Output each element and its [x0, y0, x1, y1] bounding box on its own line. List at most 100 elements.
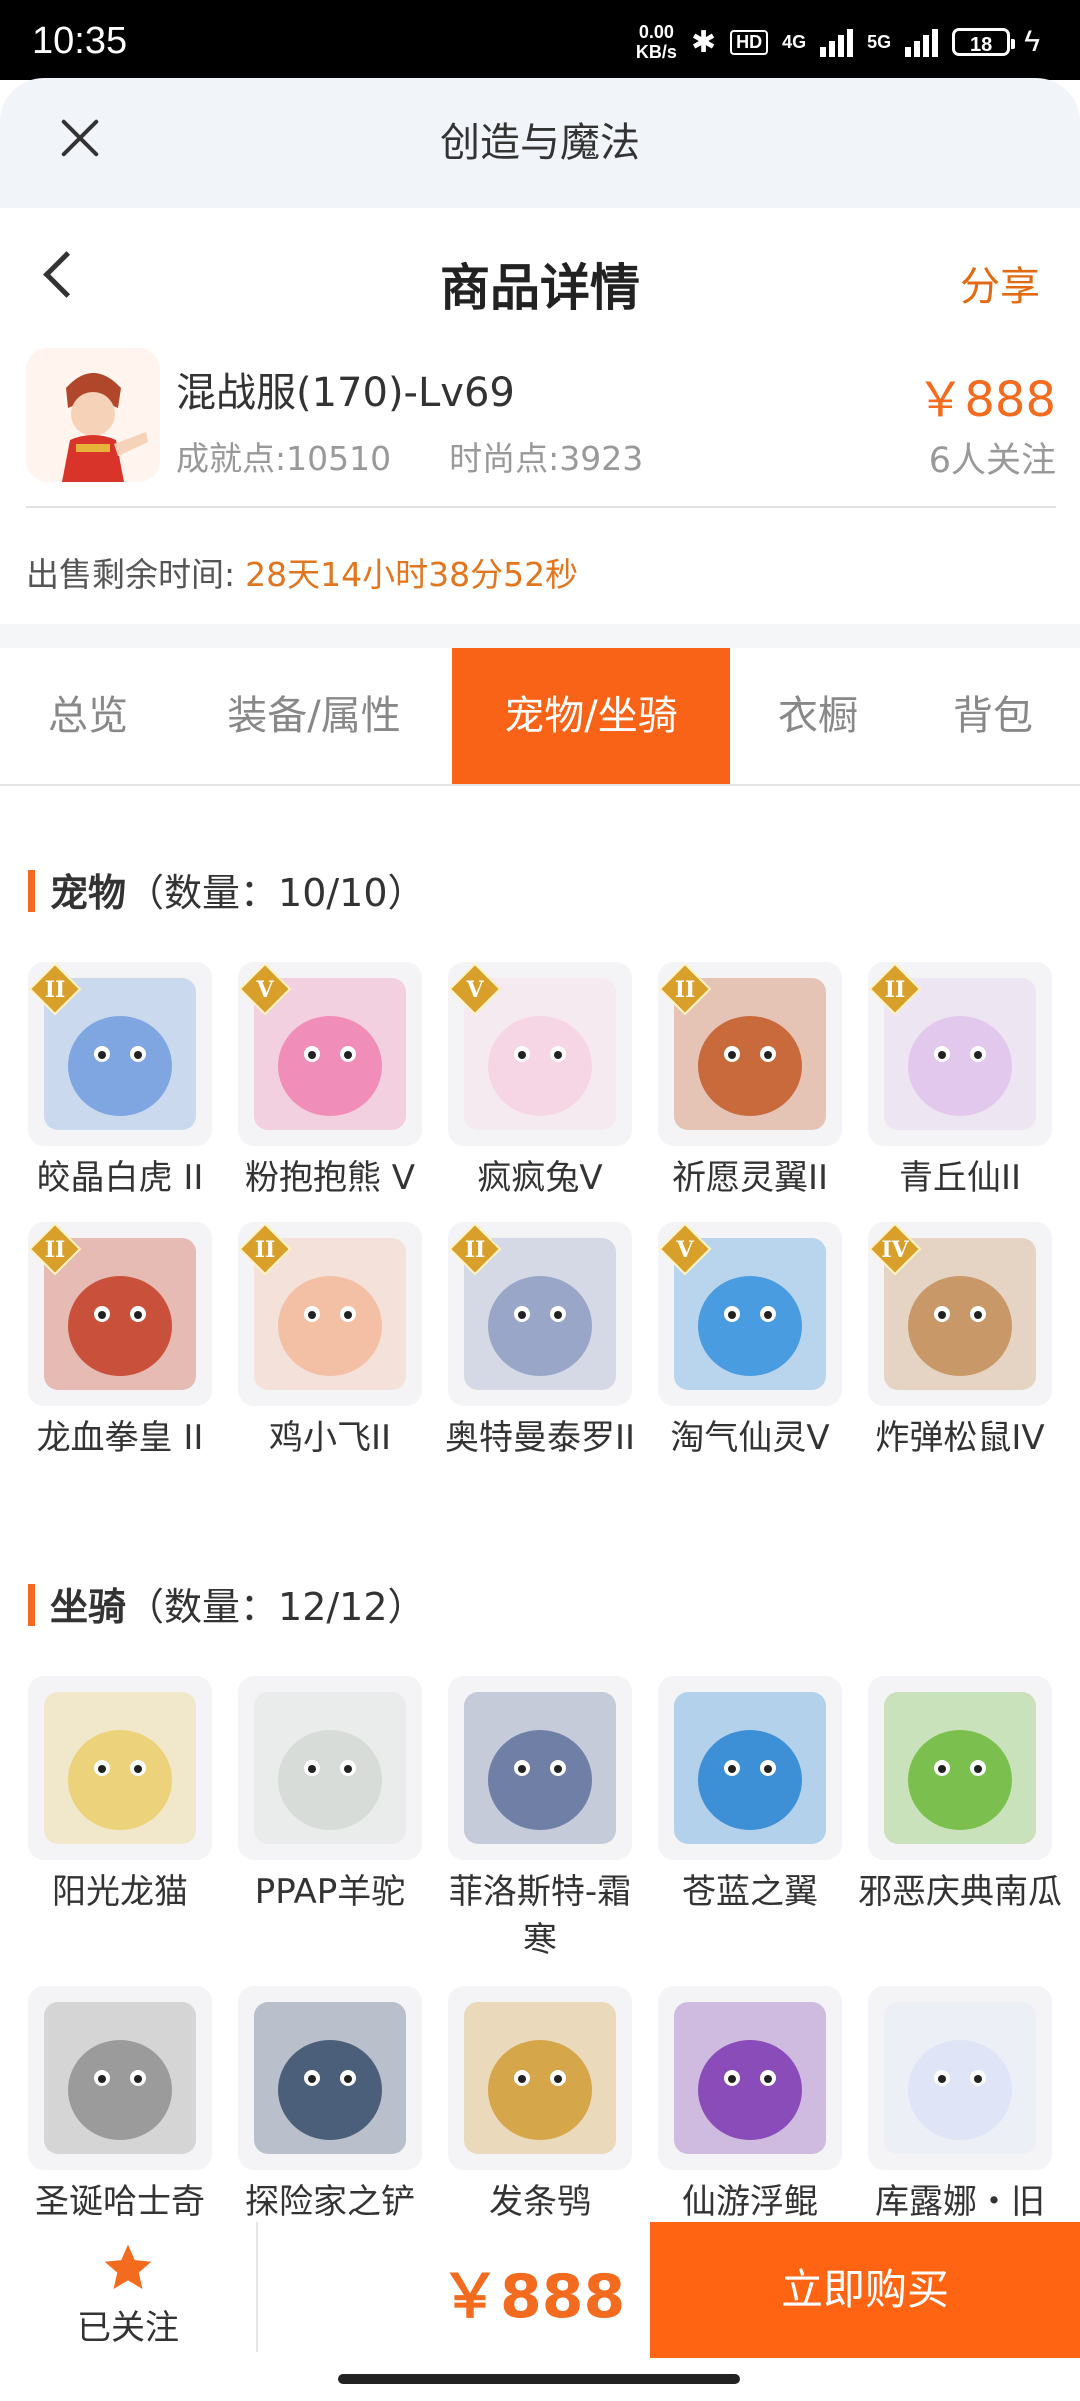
pet-thumbnail: II — [28, 962, 212, 1146]
mount-thumbnail — [868, 1676, 1052, 1860]
net1-label: 4G — [782, 31, 807, 52]
pet-thumbnail: IV — [868, 1222, 1052, 1406]
pet-name: 疯疯兔V — [477, 1158, 603, 1198]
hd-icon: HD — [730, 29, 769, 55]
svg-text:II: II — [45, 1237, 66, 1263]
pet-item[interactable]: II 皎晶白虎 II — [28, 962, 212, 1202]
status-icons: 0.00 KB/s ✱ HD 4G 5G 18 ϟ — [636, 22, 1040, 62]
pet-item[interactable]: V 疯疯兔V — [448, 962, 632, 1202]
pet-item[interactable]: IV 炸弹松鼠IV — [868, 1222, 1052, 1462]
svg-text:II: II — [675, 977, 696, 1003]
battery-icon: 18 — [952, 28, 1016, 56]
pets-title: 宠物 — [50, 871, 127, 915]
mount-item[interactable]: 探险家之铲 — [238, 1986, 422, 2226]
pet-name: 淘气仙灵V — [670, 1418, 830, 1458]
pet-thumbnail: II — [448, 1222, 632, 1406]
mounts-section-header: 坐骑（数量：12/12） — [28, 1576, 426, 1631]
buy-now-button[interactable]: 立即购买 — [650, 2222, 1080, 2358]
rank-badge-icon: II — [28, 1222, 82, 1276]
mount-name: 发条鸮 — [489, 2182, 591, 2222]
mounts-count: （数量：12/12） — [126, 1585, 426, 1629]
svg-text:V: V — [465, 977, 484, 1003]
character-avatar — [26, 348, 160, 482]
mount-name: 仙游浮鲲 — [682, 2182, 818, 2222]
mount-name: PPAP羊驼 — [254, 1872, 406, 1912]
pet-item[interactable]: II 青丘仙II — [868, 962, 1052, 1202]
mount-item[interactable]: 发条鸮 — [448, 1986, 632, 2226]
sale-time-label: 出售剩余时间: — [26, 555, 236, 594]
pet-thumbnail: II — [238, 1222, 422, 1406]
achievement-points: 成就点:10510 — [176, 439, 392, 478]
pet-item[interactable]: II 龙血拳皇 II — [28, 1222, 212, 1462]
mount-name: 阳光龙猫 — [52, 1872, 188, 1912]
sale-time-value: 28天14小时38分52秒 — [245, 555, 579, 594]
sheet-title: 创造与魔法 — [440, 120, 640, 166]
svg-text:II: II — [885, 977, 906, 1003]
mount-item[interactable]: 菲洛斯特-霜寒 — [448, 1676, 632, 1964]
pet-item[interactable]: V 淘气仙灵V — [658, 1222, 842, 1462]
svg-text:II: II — [465, 1237, 486, 1263]
svg-text:V: V — [675, 1237, 694, 1263]
svg-text:IV: IV — [881, 1237, 909, 1263]
rank-badge-icon: II — [448, 1222, 502, 1276]
mount-name: 苍蓝之翼 — [682, 1872, 818, 1912]
mount-thumbnail — [238, 1676, 422, 1860]
pet-item[interactable]: II 奥特曼泰罗II — [445, 1222, 635, 1462]
tab-wardrobe[interactable]: 衣橱 — [730, 648, 906, 784]
mount-name: 菲洛斯特-霜寒 — [448, 1872, 632, 1960]
svg-text:V: V — [255, 977, 274, 1003]
signal-icon-2 — [905, 27, 939, 57]
mount-item[interactable]: PPAP羊驼 — [238, 1676, 422, 1916]
pet-name: 祈愿灵翼II — [671, 1158, 829, 1198]
mount-item[interactable]: 阳光龙猫 — [28, 1676, 212, 1916]
mount-thumbnail — [28, 1676, 212, 1860]
pet-thumbnail: II — [868, 962, 1052, 1146]
mount-item[interactable]: 库露娜・旧 — [868, 1986, 1052, 2226]
mount-item[interactable]: 邪恶庆典南瓜 — [858, 1676, 1062, 1916]
pet-thumbnail: II — [28, 1222, 212, 1406]
net2-label: 5G — [867, 31, 892, 52]
pet-thumbnail: V — [448, 962, 632, 1146]
home-indicator — [338, 2374, 740, 2384]
pet-name: 粉抱抱熊 V — [244, 1158, 416, 1198]
mount-item[interactable]: 圣诞哈士奇 — [28, 1986, 212, 2226]
pets-count: （数量：10/10） — [126, 871, 426, 915]
pet-name: 龙血拳皇 II — [36, 1418, 204, 1458]
rank-badge-icon: V — [658, 1222, 712, 1276]
rank-badge-icon: II — [658, 962, 712, 1016]
product-name: 混战服(170)-Lv69 — [176, 370, 515, 416]
pet-name: 青丘仙II — [898, 1158, 1022, 1198]
share-button[interactable]: 分享 — [960, 254, 1040, 312]
svg-text:II: II — [255, 1237, 276, 1263]
mount-item[interactable]: 苍蓝之翼 — [658, 1676, 842, 1916]
tab-overview[interactable]: 总览 — [0, 648, 176, 784]
pet-thumbnail: II — [658, 962, 842, 1146]
pet-thumbnail: V — [658, 1222, 842, 1406]
tab-equipment[interactable]: 装备/属性 — [176, 648, 452, 784]
section-accent — [28, 870, 35, 912]
fashion-points: 时尚点:3923 — [449, 439, 644, 478]
pet-item[interactable]: II 鸡小飞II — [238, 1222, 422, 1462]
mount-thumbnail — [868, 1986, 1052, 2170]
rank-badge-icon: II — [28, 962, 82, 1016]
pet-item[interactable]: V 粉抱抱熊 V — [238, 962, 422, 1202]
mount-thumbnail — [448, 1676, 632, 1860]
star-icon — [104, 2244, 152, 2289]
mount-thumbnail — [28, 1986, 212, 2170]
tab-backpack[interactable]: 背包 — [906, 648, 1080, 784]
pet-name: 炸弹松鼠IV — [875, 1418, 1045, 1458]
charging-icon: ϟ — [1024, 25, 1040, 58]
tab-pets-mounts[interactable]: 宠物/坐骑 — [452, 648, 730, 784]
nav-bar: 商品详情 分享 — [0, 208, 1080, 348]
mount-thumbnail — [658, 1986, 842, 2170]
rank-badge-icon: V — [238, 962, 292, 1016]
bottom-bar: 已关注 ￥888 立即购买 — [0, 2222, 1080, 2358]
product-stats: 成就点:10510 时尚点:3923 — [176, 432, 643, 480]
mount-thumbnail — [448, 1986, 632, 2170]
page-title: 商品详情 — [440, 259, 640, 317]
mount-item[interactable]: 仙游浮鲲 — [658, 1986, 842, 2226]
pet-item[interactable]: II 祈愿灵翼II — [658, 962, 842, 1202]
follow-button[interactable]: 已关注 — [0, 2222, 258, 2352]
status-bar: 10:35 0.00 KB/s ✱ HD 4G 5G 18 ϟ — [0, 0, 1080, 80]
mount-name: 探险家之铲 — [245, 2182, 415, 2222]
